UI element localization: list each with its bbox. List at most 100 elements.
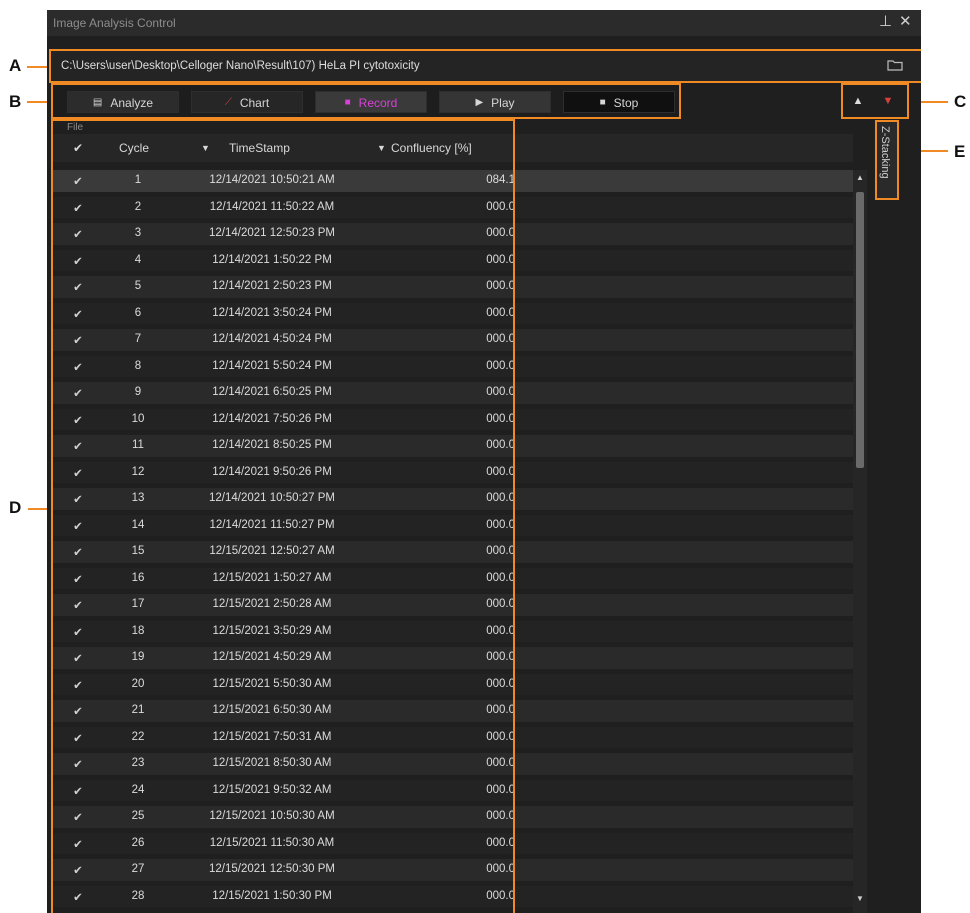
cycle-cell: 20	[131, 678, 145, 690]
table-row[interactable]: ✔ 12 12/14/2021 9:50:26 PM 000.0	[53, 462, 853, 483]
table-row[interactable]: ✔ 14 12/14/2021 11:50:27 PM 000.0	[53, 515, 853, 536]
timestamp-cell: 12/15/2021 12:50:27 AM	[209, 545, 335, 557]
row-checkbox[interactable]: ✔	[71, 201, 85, 215]
table-row[interactable]: ✔ 8 12/14/2021 5:50:24 PM 000.0	[53, 356, 853, 377]
row-checkbox[interactable]: ✔	[71, 360, 85, 374]
row-checkbox[interactable]: ✔	[71, 837, 85, 851]
row-checkbox[interactable]: ✔	[71, 545, 85, 559]
callout-d: D	[9, 498, 22, 517]
row-checkbox[interactable]: ✔	[71, 466, 85, 480]
select-all-checkbox[interactable]: ✔	[73, 141, 83, 155]
row-checkbox[interactable]: ✔	[71, 519, 85, 533]
table-row[interactable]: ✔ 7 12/14/2021 4:50:24 PM 000.0	[53, 329, 853, 351]
row-checkbox[interactable]: ✔	[71, 174, 85, 188]
table-row[interactable]: ✔ 21 12/15/2021 6:50:30 AM 000.0	[53, 700, 853, 722]
row-checkbox[interactable]: ✔	[71, 757, 85, 771]
timestamp-cell: 12/14/2021 5:50:24 PM	[212, 360, 332, 372]
scroll-thumb[interactable]	[856, 192, 864, 468]
table-row[interactable]: ✔ 23 12/15/2021 8:50:30 AM 000.0	[53, 753, 853, 775]
row-checkbox[interactable]: ✔	[71, 678, 85, 692]
table-row[interactable]: ✔ 26 12/15/2021 11:50:30 AM 000.0	[53, 833, 853, 854]
play-button[interactable]: ▶ Play	[439, 91, 551, 113]
table-row[interactable]: ✔ 4 12/14/2021 1:50:22 PM 000.0	[53, 250, 853, 271]
row-checkbox[interactable]: ✔	[71, 333, 85, 347]
table-row[interactable]: ✔ 28 12/15/2021 1:50:30 PM 000.0	[53, 886, 853, 907]
confluency-cell: 000.0	[486, 466, 515, 478]
row-checkbox[interactable]: ✔	[71, 572, 85, 586]
confluency-cell: 000.0	[486, 572, 515, 584]
row-checkbox[interactable]: ✔	[71, 598, 85, 612]
scroll-down-icon[interactable]: ▼	[856, 895, 864, 903]
cycle-cell: 8	[134, 360, 142, 372]
timestamp-cell: 12/14/2021 10:50:21 AM	[209, 174, 335, 186]
row-checkbox[interactable]: ✔	[71, 863, 85, 877]
vertical-scrollbar[interactable]: ▲ ▼	[853, 170, 867, 913]
header-confluency[interactable]: Confluency [%]	[391, 141, 472, 155]
result-path-bar[interactable]: C:\Users\user\Desktop\Celloger Nano\Resu…	[49, 49, 921, 83]
row-checkbox[interactable]: ✔	[71, 227, 85, 241]
cycle-cell: 23	[131, 757, 145, 769]
table-row[interactable]: ✔ 27 12/15/2021 12:50:30 PM 000.0	[53, 859, 853, 881]
cycle-cell: 24	[131, 784, 145, 796]
table-row[interactable]: ✔ 15 12/15/2021 12:50:27 AM 000.0	[53, 541, 853, 563]
header-cycle[interactable]: Cycle	[119, 141, 149, 155]
row-checkbox[interactable]: ✔	[71, 731, 85, 745]
confluency-cell: 000.0	[486, 678, 515, 690]
table-row[interactable]: ✔ 17 12/15/2021 2:50:28 AM 000.0	[53, 594, 853, 616]
table-row[interactable]: ✔ 9 12/14/2021 6:50:25 PM 000.0	[53, 382, 853, 404]
row-checkbox[interactable]: ✔	[71, 307, 85, 321]
move-up-icon[interactable]: ▲	[851, 93, 865, 109]
table-row[interactable]: ✔ 25 12/15/2021 10:50:30 AM 000.0	[53, 806, 853, 828]
chart-button[interactable]: ⟋ Chart	[191, 91, 303, 113]
table-row[interactable]: ✔ 18 12/15/2021 3:50:29 AM 000.0	[53, 621, 853, 642]
result-path-text: C:\Users\user\Desktop\Celloger Nano\Resu…	[61, 60, 420, 72]
row-checkbox[interactable]: ✔	[71, 784, 85, 798]
row-checkbox[interactable]: ✔	[71, 413, 85, 427]
row-checkbox[interactable]: ✔	[71, 280, 85, 294]
analyze-button[interactable]: ▤ Analyze	[67, 91, 179, 113]
table-row[interactable]: ✔ 19 12/15/2021 4:50:29 AM 000.0	[53, 647, 853, 669]
table-row[interactable]: ✔ 5 12/14/2021 2:50:23 PM 000.0	[53, 276, 853, 298]
timestamp-cell: 12/14/2021 10:50:27 PM	[209, 492, 335, 504]
move-down-icon[interactable]: ▼	[881, 93, 895, 109]
table-row[interactable]: ✔ 3 12/14/2021 12:50:23 PM 000.0	[53, 223, 853, 245]
cycle-cell: 18	[131, 625, 145, 637]
table-row[interactable]: ✔ 10 12/14/2021 7:50:26 PM 000.0	[53, 409, 853, 430]
row-checkbox[interactable]: ✔	[71, 386, 85, 400]
close-icon[interactable]: ✕	[899, 14, 912, 29]
table-row[interactable]: ✔ 20 12/15/2021 5:50:30 AM 000.0	[53, 674, 853, 695]
pin-icon[interactable]: ⊥	[879, 14, 892, 29]
analyze-label: Analyze	[110, 95, 154, 110]
row-checkbox[interactable]: ✔	[71, 492, 85, 506]
cycle-cell: 5	[134, 280, 142, 292]
stop-button[interactable]: ■ Stop	[563, 91, 675, 113]
header-timestamp[interactable]: TimeStamp	[229, 141, 290, 155]
table-row[interactable]: ✔ 11 12/14/2021 8:50:25 PM 000.0	[53, 435, 853, 457]
cycle-cell: 4	[134, 254, 142, 266]
record-button[interactable]: ■ Record	[315, 91, 427, 113]
record-label: Record	[358, 95, 398, 110]
row-checkbox[interactable]: ✔	[71, 704, 85, 718]
row-checkbox[interactable]: ✔	[71, 651, 85, 665]
chart-label: Chart	[239, 95, 270, 110]
table-row[interactable]: ✔ 6 12/14/2021 3:50:24 PM 000.0	[53, 303, 853, 324]
scroll-up-icon[interactable]: ▲	[856, 174, 864, 182]
table-row[interactable]: ✔ 13 12/14/2021 10:50:27 PM 000.0	[53, 488, 853, 510]
row-checkbox[interactable]: ✔	[71, 254, 85, 268]
z-stacking-tab[interactable]: Z-Stacking	[875, 120, 899, 200]
cycle-cell: 15	[131, 545, 145, 557]
row-checkbox[interactable]: ✔	[71, 625, 85, 639]
row-checkbox[interactable]: ✔	[71, 890, 85, 904]
cycle-cell: 26	[131, 837, 145, 849]
confluency-cell: 000.0	[486, 413, 515, 425]
table-row[interactable]: ✔ 22 12/15/2021 7:50:31 AM 000.0	[53, 727, 853, 748]
table-row[interactable]: ✔ 1 12/14/2021 10:50:21 AM 084.1	[53, 170, 853, 192]
table-row[interactable]: ✔ 16 12/15/2021 1:50:27 AM 000.0	[53, 568, 853, 589]
row-checkbox[interactable]: ✔	[71, 439, 85, 453]
confluency-cell: 000.0	[486, 333, 515, 345]
folder-icon[interactable]	[887, 59, 903, 71]
table-row[interactable]: ✔ 2 12/14/2021 11:50:22 AM 000.0	[53, 197, 853, 218]
table-row[interactable]: ✔ 24 12/15/2021 9:50:32 AM 000.0	[53, 780, 853, 801]
timestamp-cell: 12/14/2021 11:50:22 AM	[209, 201, 335, 213]
row-checkbox[interactable]: ✔	[71, 810, 85, 824]
